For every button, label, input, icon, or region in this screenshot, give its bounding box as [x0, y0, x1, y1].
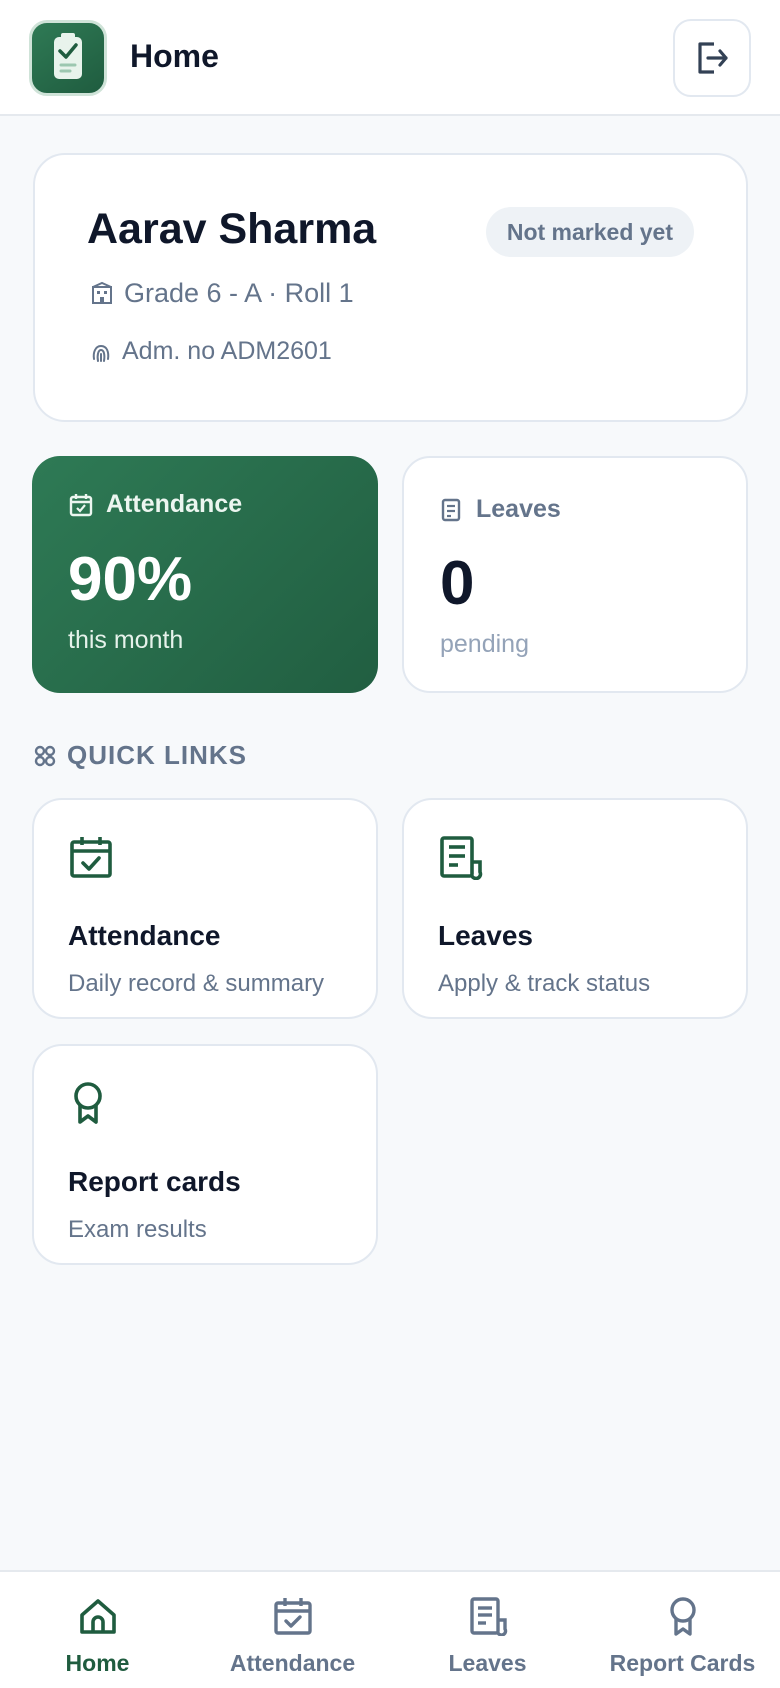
admission-number-text: Adm. no ADM2601	[122, 337, 332, 365]
leaves-stat-header: Leaves	[440, 495, 561, 524]
quick-link-leaves[interactable]: Leaves Apply & track status	[402, 798, 748, 1019]
nav-label: Report Cards	[609, 1650, 756, 1676]
app-header: Home	[0, 0, 780, 116]
leaves-stat-value: 0	[440, 549, 475, 618]
class-roll-text: Grade 6 - A · Roll 1	[124, 278, 354, 308]
nav-item-home[interactable]: Home	[0, 1572, 195, 1688]
class-info: Grade 6 - A · Roll 1	[89, 278, 354, 309]
app-logo	[29, 20, 107, 96]
building-icon	[92, 281, 112, 304]
nav-label: Home	[65, 1650, 130, 1676]
quick-link-title: Attendance	[68, 920, 221, 951]
clipboard-check-icon	[54, 33, 82, 79]
attendance-stat-header: Attendance	[68, 490, 242, 519]
quick-link-attendance[interactable]: Attendance Daily record & summary	[32, 798, 378, 1019]
logout-button[interactable]	[673, 19, 751, 97]
quick-link-title: Report cards	[68, 1166, 241, 1197]
attendance-stat-sub: this month	[68, 626, 184, 654]
logout-icon	[698, 42, 728, 74]
attendance-stat-label: Attendance	[106, 490, 243, 518]
status-badge: Not marked yet	[485, 207, 694, 257]
quick-links-label: QUICK LINKS	[67, 740, 247, 770]
quick-link-desc: Daily record & summary	[68, 970, 325, 997]
nav-label: Leaves	[448, 1650, 527, 1676]
receipt-icon	[469, 1597, 507, 1636]
quick-link-desc: Exam results	[68, 1216, 207, 1243]
leaves-stat-card[interactable]: Leaves 0 pending	[402, 456, 748, 693]
leaves-stat-label: Leaves	[476, 495, 561, 523]
nav-item-attendance[interactable]: Attendance	[195, 1572, 390, 1688]
award-icon	[669, 1597, 696, 1636]
calendar-icon	[69, 493, 93, 516]
calendar-check-icon	[70, 837, 112, 878]
quick-link-desc: Apply & track status	[438, 970, 651, 997]
calendar-check-icon	[273, 1598, 312, 1635]
nav-label: Attendance	[229, 1650, 356, 1676]
nav-item-leaves[interactable]: Leaves	[390, 1572, 585, 1688]
receipt-icon	[441, 498, 461, 521]
attendance-stat-card[interactable]: Attendance 90% this month	[32, 456, 378, 693]
bottom-nav: Home Attendance Leaves Report Cards	[0, 1570, 780, 1688]
award-icon	[74, 1082, 102, 1124]
home-icon	[79, 1599, 116, 1634]
quick-link-title: Leaves	[438, 920, 533, 951]
quick-link-report-cards[interactable]: Report cards Exam results	[32, 1044, 378, 1265]
student-card: Aarav Sharma Not marked yet Grade 6 - A …	[33, 153, 748, 422]
admission-info: Adm. no ADM2601	[89, 337, 332, 366]
leaves-stat-sub: pending	[440, 630, 529, 658]
nav-item-report-cards[interactable]: Report Cards	[585, 1572, 780, 1688]
receipt-icon	[440, 836, 483, 881]
student-name: Aarav Sharma	[87, 205, 377, 253]
grid-icon	[34, 745, 56, 766]
attendance-stat-value: 90%	[68, 545, 193, 614]
fingerprint-icon	[92, 344, 110, 362]
quick-links-heading: QUICK LINKS	[33, 740, 247, 771]
page-title: Home	[130, 38, 219, 74]
